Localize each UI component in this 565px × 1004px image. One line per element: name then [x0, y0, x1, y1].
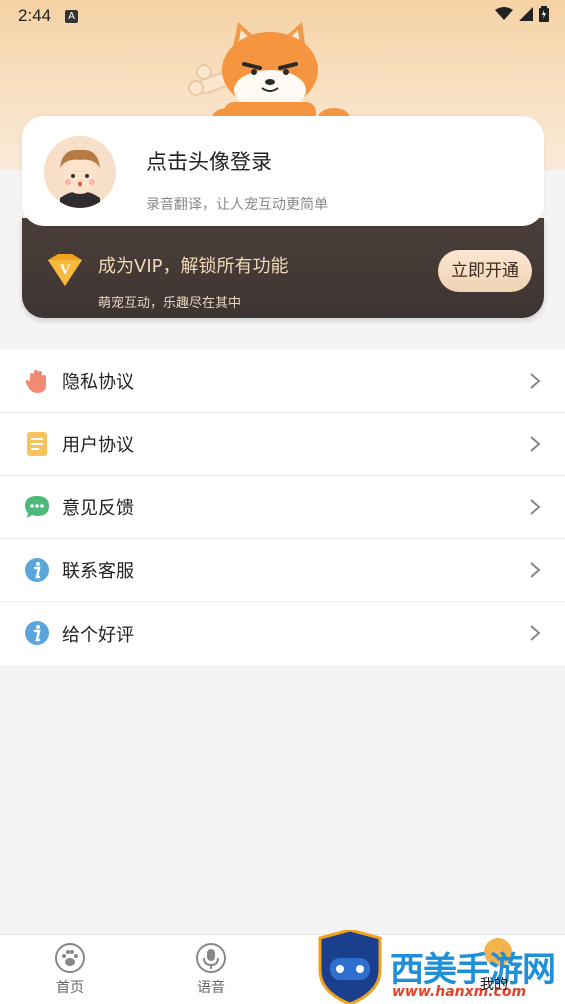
- vip-subtitle: 萌宠互动，乐趣尽在其中: [98, 296, 242, 311]
- chevron-right-icon: [530, 499, 541, 515]
- info-icon: [25, 558, 49, 582]
- menu-item-customer-service[interactable]: 联系客服: [0, 539, 565, 602]
- tab-label: 我的: [480, 977, 508, 993]
- chevron-right-icon: [530, 625, 541, 641]
- tab-label: 首页: [56, 980, 84, 996]
- chat-bubble-icon: [25, 496, 49, 518]
- tab-label: 语音: [197, 980, 225, 996]
- hand-icon: [25, 370, 46, 393]
- boy-avatar-icon: [44, 136, 116, 208]
- chevron-right-icon: [530, 373, 541, 389]
- menu-item-rate[interactable]: 给个好评: [0, 602, 565, 665]
- menu-item-feedback[interactable]: 意见反馈: [0, 476, 565, 539]
- menu-label: 用户协议: [62, 435, 134, 456]
- document-icon: [27, 432, 47, 456]
- status-icons: [495, 6, 549, 22]
- menu-item-user-agreement[interactable]: 用户协议: [0, 413, 565, 476]
- shiba-mascot-icon: [188, 22, 350, 130]
- signal-icon: [519, 7, 533, 21]
- notification-a-icon: A: [65, 9, 79, 23]
- status-time: 2:44: [18, 6, 52, 25]
- chevron-right-icon: [530, 436, 541, 452]
- info-icon: [25, 621, 49, 645]
- vip-title: 成为VIP，解锁所有功能: [98, 256, 289, 277]
- tab-voice[interactable]: 语音: [171, 935, 251, 1004]
- menu-label: 给个好评: [62, 624, 134, 646]
- menu-item-privacy[interactable]: 隐私协议: [0, 350, 565, 413]
- vip-banner[interactable]: V 成为VIP，解锁所有功能 萌宠互动，乐趣尽在其中 立即开通: [22, 218, 544, 318]
- diamond-vip-icon: V: [48, 254, 82, 286]
- wifi-icon: [495, 7, 513, 20]
- vip-badge-letter: V: [59, 263, 71, 278]
- battery-icon: [539, 6, 549, 22]
- microphone-icon: [196, 943, 226, 973]
- chevron-right-icon: [530, 562, 541, 578]
- login-subtitle: 录音翻译，让人宠互动更简单: [146, 197, 328, 213]
- login-prompt[interactable]: 点击头像登录: [146, 146, 272, 176]
- settings-menu: 隐私协议 用户协议 意见反馈 联系客服 给个好评: [0, 350, 565, 665]
- paw-icon: [55, 943, 85, 973]
- menu-label: 联系客服: [62, 561, 134, 582]
- activate-vip-button[interactable]: 立即开通: [438, 250, 532, 292]
- avatar[interactable]: [44, 136, 116, 208]
- tab-mine[interactable]: 我的: [454, 934, 534, 1004]
- tab-home[interactable]: 首页: [30, 935, 110, 1004]
- menu-label: 隐私协议: [62, 372, 134, 393]
- menu-label: 意见反馈: [62, 498, 134, 519]
- profile-card[interactable]: 点击头像登录 录音翻译，让人宠互动更简单: [22, 116, 544, 226]
